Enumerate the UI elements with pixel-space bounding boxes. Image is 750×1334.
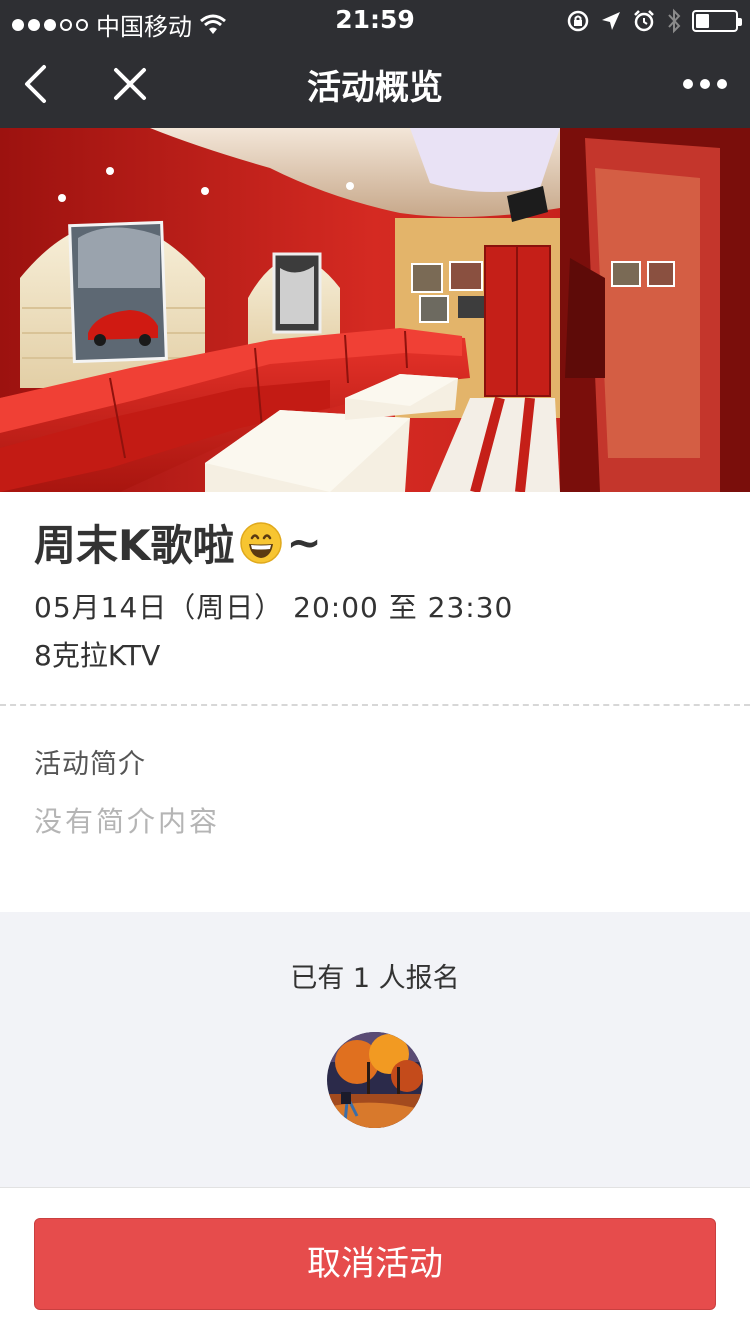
event-cover-image [0, 128, 750, 492]
event-location: 8克拉KTV [34, 639, 161, 672]
rotation-lock-icon [567, 10, 589, 32]
location-arrow-icon [602, 12, 620, 30]
intro-content: 没有简介内容 [34, 805, 221, 838]
bluetooth-icon [668, 8, 681, 34]
status-bar: 中国移动 21:59 [0, 0, 750, 41]
page-title: 活动概览 [307, 68, 443, 108]
cancel-event-button[interactable]: 取消活动 [34, 1218, 716, 1310]
battery-icon [692, 10, 742, 32]
nav-bar: 活动概览 [0, 40, 750, 128]
intro-label: 活动简介 [34, 749, 146, 780]
alarm-icon [634, 10, 654, 32]
signup-section: 已有 1 人报名 [0, 912, 750, 1188]
more-button[interactable] [670, 40, 740, 128]
participant-avatar[interactable] [327, 1032, 423, 1128]
event-title: 周末K歌啦 ~ [34, 512, 322, 573]
event-datetime: 05月14日（周日） 20:00 至 23:30 [34, 591, 514, 624]
event-title-suffix: ~ [286, 518, 322, 567]
grinning-face-emoji-icon [239, 521, 282, 564]
section-divider [0, 704, 750, 706]
more-dots-icon [683, 79, 727, 89]
bottom-action-bar: 取消活动 [0, 1189, 750, 1334]
signup-count-text: 已有 1 人报名 [290, 963, 460, 994]
status-right [566, 8, 742, 34]
event-title-text: 周末K歌啦 [34, 521, 235, 570]
